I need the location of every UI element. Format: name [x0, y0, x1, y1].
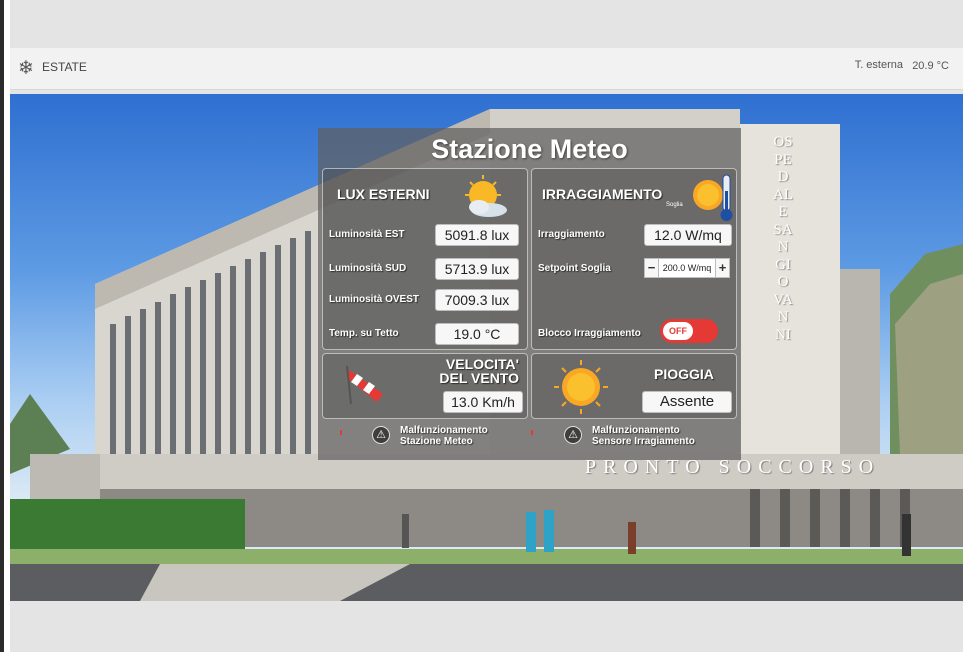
- lux-section: LUX ESTERNI Luminosità EST 5091.8 lux Lu…: [322, 168, 528, 350]
- wind-title: VELOCITA' DEL VENTO: [439, 357, 519, 385]
- external-temp-value: 20.9 °C: [912, 60, 949, 72]
- lux-title: LUX ESTERNI: [337, 186, 430, 202]
- wind-title-line2: DEL VENTO: [439, 370, 519, 386]
- lux-east-value: 5091.8 lux: [435, 224, 519, 246]
- irradiation-value: 12.0 W/mq: [644, 224, 732, 246]
- rain-section: PIOGGIA Assente: [531, 353, 737, 419]
- window-edge: [0, 0, 4, 652]
- panel-title: Stazione Meteo: [431, 134, 628, 164]
- alert-line2: Stazione Meteo: [400, 436, 473, 447]
- external-temp-label: T. esterna: [854, 59, 903, 71]
- threshold-sub-label: Soglia: [666, 202, 683, 208]
- warning-icon[interactable]: ⚠: [372, 426, 390, 444]
- warning-icon[interactable]: ⚠: [564, 426, 582, 444]
- alert-marker: [340, 430, 342, 435]
- weather-station-fault-alert: Malfunzionamento Stazione Meteo: [400, 425, 488, 447]
- lux-east-label: Luminosità EST: [329, 229, 405, 240]
- irradiation-block-toggle[interactable]: OFF: [660, 319, 718, 343]
- setpoint-increase-button[interactable]: +: [715, 258, 730, 278]
- building-small: [30, 454, 100, 504]
- lux-west-value: 7009.3 lux: [435, 289, 519, 311]
- lux-south-value: 5713.9 lux: [435, 258, 519, 280]
- alert-line2: Sensore Irragiamento: [592, 436, 695, 447]
- rain-value: Assente: [642, 391, 732, 413]
- season-label[interactable]: ESTATE: [42, 60, 87, 74]
- setpoint-value[interactable]: 200.0 W/mq: [659, 258, 715, 278]
- hedge: [10, 499, 245, 554]
- toggle-state-label: OFF: [663, 322, 693, 340]
- roof-temp-label: Temp. su Tetto: [329, 328, 399, 339]
- hospital-sign-vertical: OSPEDALE SAN GIOVANNI: [773, 134, 793, 343]
- lux-south-label: Luminosità SUD: [329, 263, 407, 274]
- setpoint-decrease-button[interactable]: −: [644, 258, 659, 278]
- sun-cloud-icon: [465, 175, 507, 217]
- lux-west-label: Luminosità OVEST: [329, 294, 420, 305]
- alert-marker: [531, 430, 533, 435]
- wind-speed-value: 13.0 Km/h: [443, 391, 523, 413]
- rain-title: PIOGGIA: [654, 366, 714, 382]
- sun-thermometer-icon: [693, 174, 733, 221]
- roof-temp-value: 19.0 °C: [435, 323, 519, 345]
- snowflake-icon[interactable]: ❄: [16, 58, 36, 78]
- irradiation-sensor-fault-alert: Malfunzionamento Sensore Irragiamento: [592, 425, 695, 447]
- setpoint-stepper: − 200.0 W/mq +: [644, 258, 730, 278]
- irradiation-label: Irraggiamento: [538, 229, 605, 240]
- irradiation-title: IRRAGGIAMENTO: [542, 186, 663, 202]
- irradiation-section: IRRAGGIAMENTO Soglia Irraggiamento 12.0 …: [531, 168, 737, 350]
- windsock-icon: [346, 365, 383, 405]
- weather-station-panel: Stazione Meteo LUX ESTERNI Luminosità ES…: [318, 128, 741, 460]
- status-bar: ❄ ESTATE T. esterna 20.9 °C: [10, 48, 963, 90]
- irradiation-block-label: Blocco Irraggiamento: [538, 328, 641, 339]
- wind-section: VELOCITA' DEL VENTO 13.0 Km/h: [322, 353, 528, 419]
- sun-icon: [554, 360, 608, 414]
- setpoint-label: Setpoint Soglia: [538, 263, 611, 274]
- bottom-bar: [10, 601, 963, 652]
- alert-line1: Malfunzionamento: [592, 425, 680, 436]
- alert-line1: Malfunzionamento: [400, 425, 488, 436]
